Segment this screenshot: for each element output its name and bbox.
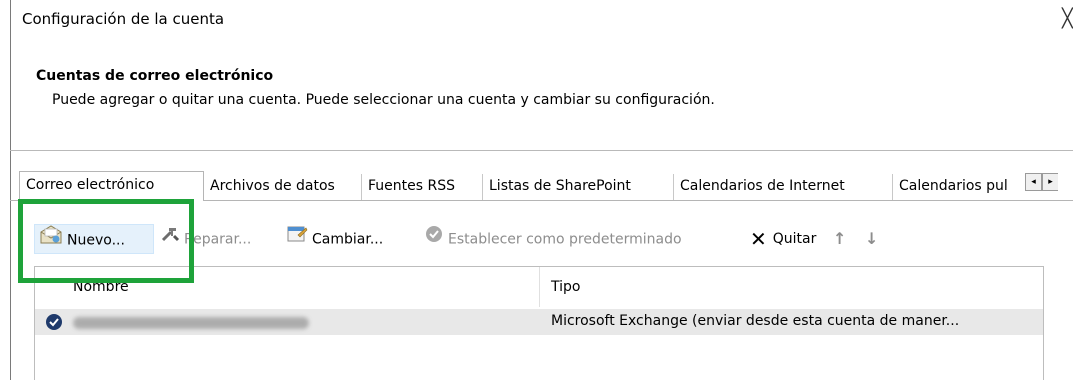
tab-internet-calendars[interactable]: Calendarios de Internet [674, 174, 893, 200]
tab-strip: Correo electrónico Archivos de datos Fue… [19, 171, 1073, 201]
set-default-label: Establecer como predeterminado [448, 231, 682, 248]
move-down-icon[interactable]: ↓ [865, 224, 878, 254]
repair-label: Reparar... [184, 231, 252, 248]
new-account-button[interactable]: Nuevo... [34, 224, 154, 254]
tab-scroll-left-icon[interactable]: ◂ [1025, 173, 1042, 191]
tab-rss-feeds[interactable]: Fuentes RSS [362, 174, 483, 200]
window-border [10, 0, 11, 380]
account-type: Microsoft Exchange (enviar desde esta cu… [551, 313, 960, 329]
set-default-button[interactable]: Establecer como predeterminado [424, 224, 682, 254]
account-name-redacted [73, 317, 309, 329]
tab-published-calendars[interactable]: Calendarios pul [893, 174, 1027, 200]
repair-button[interactable]: Reparar... [160, 224, 251, 254]
tab-sharepoint-lists[interactable]: Listas de SharePoint [483, 174, 674, 200]
change-settings-icon [286, 224, 308, 255]
change-button[interactable]: Cambiar... [286, 224, 383, 254]
account-settings-dialog: Configuración de la cuenta ╳ Cuentas de … [0, 0, 1073, 380]
remove-button[interactable]: ✕ Quitar [750, 224, 816, 254]
new-mail-icon [39, 225, 63, 256]
table-row[interactable]: Microsoft Exchange (enviar desde esta cu… [35, 309, 1043, 335]
close-icon[interactable]: ╳ [1062, 8, 1073, 29]
tab-data-files[interactable]: Archivos de datos [204, 174, 362, 200]
checkmark-circle-icon [424, 224, 444, 255]
tab-email[interactable]: Correo electrónico [19, 171, 204, 201]
repair-tools-icon [160, 224, 180, 255]
section-description: Puede agregar o quitar una cuenta. Puede… [52, 92, 715, 108]
column-header-name[interactable]: Nombre [73, 279, 129, 295]
section-title: Cuentas de correo electrónico [36, 68, 274, 84]
tab-scroll-right-icon[interactable]: ▸ [1042, 173, 1058, 191]
move-up-icon[interactable]: ↑ [833, 224, 846, 254]
change-label: Cambiar... [312, 231, 384, 248]
default-account-icon [45, 313, 63, 335]
window-title: Configuración de la cuenta [22, 10, 225, 28]
new-account-label: Nuevo... [67, 232, 125, 249]
accounts-list: Nombre Tipo Microsoft Exchange (enviar d… [34, 266, 1044, 380]
remove-x-icon: ✕ [750, 227, 767, 251]
column-header-type[interactable]: Tipo [551, 279, 580, 295]
column-divider[interactable] [539, 267, 540, 307]
header-separator [10, 150, 1073, 151]
remove-label: Quitar [772, 231, 817, 247]
